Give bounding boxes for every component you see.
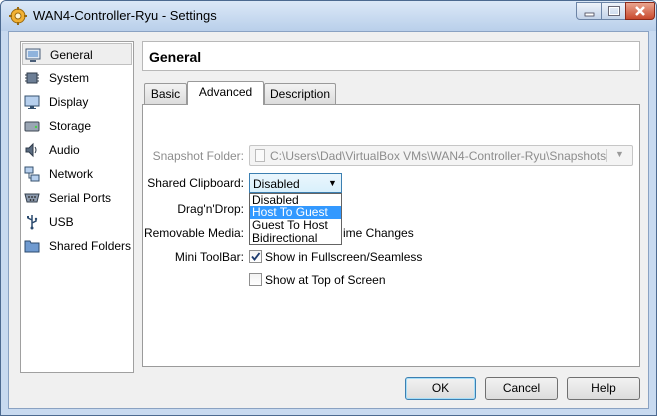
- mini-toolbar-label: Mini ToolBar:: [174, 250, 244, 264]
- general-screen-icon: [25, 48, 41, 62]
- close-icon: [635, 6, 645, 16]
- sidebar-item-label: System: [49, 71, 90, 85]
- minimize-button[interactable]: [576, 2, 602, 20]
- sidebar-item-label: Serial Ports: [49, 191, 112, 205]
- show-fullscreen-label: Show in Fullscreen/Seamless: [265, 250, 423, 264]
- settings-window: WAN4-Controller-Ryu - Settings General S…: [0, 0, 657, 416]
- sidebar-item-label: Network: [49, 167, 94, 181]
- sidebar-item-label: Display: [49, 95, 89, 109]
- folder-icon: [255, 149, 265, 162]
- option-bidirectional[interactable]: Bidirectional: [250, 232, 341, 245]
- chevron-down-icon: ▼: [328, 178, 337, 188]
- checkmark-icon: [251, 252, 261, 261]
- snapshot-folder-path: C:\Users\Dad\VirtualBox VMs\WAN4-Control…: [270, 149, 607, 163]
- sidebar-item-serial-ports[interactable]: Serial Ports: [22, 187, 132, 209]
- sidebar-item-label: General: [50, 48, 93, 62]
- sidebar-item-usb[interactable]: USB: [22, 211, 132, 233]
- help-button[interactable]: Help: [567, 377, 640, 400]
- sidebar-item-audio[interactable]: Audio: [22, 139, 132, 161]
- shared-clipboard-dropdown: Disabled Host To Guest Guest To Host Bid…: [249, 193, 342, 245]
- ok-button[interactable]: OK: [405, 377, 476, 400]
- monitor-icon: [24, 95, 40, 109]
- page-title: General: [149, 49, 202, 65]
- sidebar-item-system[interactable]: System: [22, 67, 132, 89]
- chip-icon: [25, 72, 39, 84]
- speaker-icon: [25, 142, 37, 158]
- removable-media-label: Removable Media:: [143, 226, 244, 240]
- sidebar-item-label: USB: [49, 215, 74, 229]
- gear-cog-icon: [9, 7, 27, 25]
- title-bar[interactable]: WAN4-Controller-Ryu - Settings: [1, 1, 656, 31]
- disk-icon: [24, 121, 40, 132]
- sidebar-item-label: Audio: [49, 143, 80, 157]
- removable-media-option-text: ime Changes: [343, 226, 414, 240]
- maximize-button[interactable]: [601, 2, 626, 20]
- cancel-button[interactable]: Cancel: [485, 377, 558, 400]
- shared-clipboard-label: Shared Clipboard:: [147, 176, 244, 190]
- maximize-icon: [608, 6, 620, 16]
- tab-advanced[interactable]: Advanced: [187, 81, 264, 105]
- settings-sidebar: General System Display Storage Audio Net…: [20, 41, 134, 373]
- sidebar-item-label: Shared Folders: [49, 239, 132, 253]
- divider: [606, 149, 607, 162]
- chevron-down-icon: ▼: [615, 149, 624, 159]
- snapshot-folder-label: Snapshot Folder:: [152, 149, 244, 163]
- advanced-tab-panel: Snapshot Folder: C:\Users\Dad\VirtualBox…: [142, 104, 640, 367]
- close-button[interactable]: [625, 2, 655, 20]
- tab-basic[interactable]: Basic: [144, 83, 187, 104]
- dragndrop-label: Drag'n'Drop:: [177, 202, 244, 216]
- show-fullscreen-checkbox[interactable]: [249, 250, 262, 263]
- page-header: General: [142, 41, 640, 71]
- tab-description[interactable]: Description: [264, 83, 336, 104]
- show-top-checkbox[interactable]: [249, 273, 262, 286]
- sidebar-item-shared-folders[interactable]: Shared Folders: [22, 235, 132, 257]
- snapshot-folder-selector[interactable]: C:\Users\Dad\VirtualBox VMs\WAN4-Control…: [249, 145, 633, 166]
- serial-port-icon: [24, 193, 40, 203]
- network-icon: [24, 166, 40, 182]
- usb-icon: [27, 215, 38, 230]
- minimize-icon: [584, 12, 595, 17]
- sidebar-item-display[interactable]: Display: [22, 91, 132, 113]
- sidebar-item-general[interactable]: General: [22, 43, 132, 65]
- sidebar-item-label: Storage: [49, 119, 92, 133]
- shared-clipboard-select[interactable]: Disabled ▼: [249, 173, 342, 193]
- sidebar-item-storage[interactable]: Storage: [22, 115, 132, 137]
- window-title: WAN4-Controller-Ryu - Settings: [33, 8, 217, 23]
- folder-icon: [24, 240, 40, 253]
- shared-clipboard-value: Disabled: [253, 177, 300, 191]
- show-top-label: Show at Top of Screen: [265, 273, 386, 287]
- sidebar-item-network[interactable]: Network: [22, 163, 132, 185]
- dialog-body: General System Display Storage Audio Net…: [8, 31, 649, 409]
